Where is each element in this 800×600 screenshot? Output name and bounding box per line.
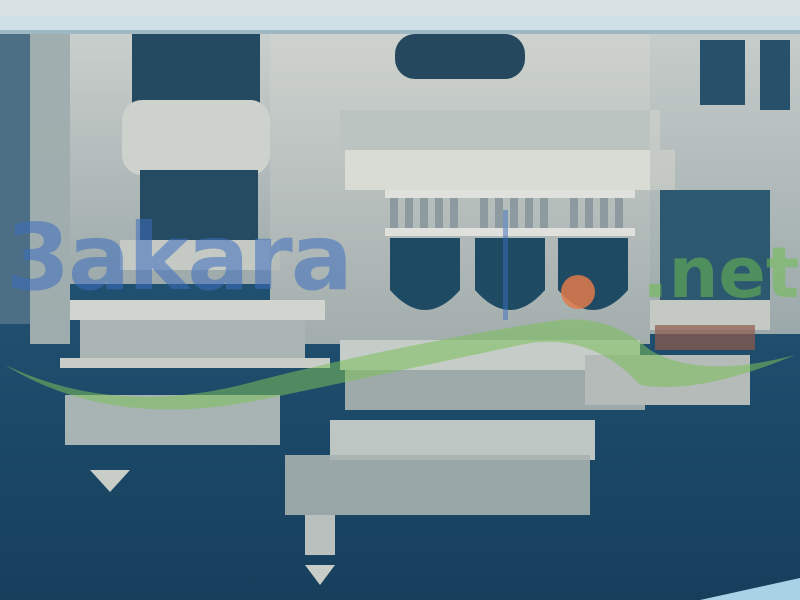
pool-coping [0,0,800,16]
left-column [0,34,30,324]
photo-frame: 3akara .net [0,0,800,600]
left-balcony [60,300,330,368]
pool-reflection-photo [0,0,800,600]
watermark-dot [561,275,595,309]
